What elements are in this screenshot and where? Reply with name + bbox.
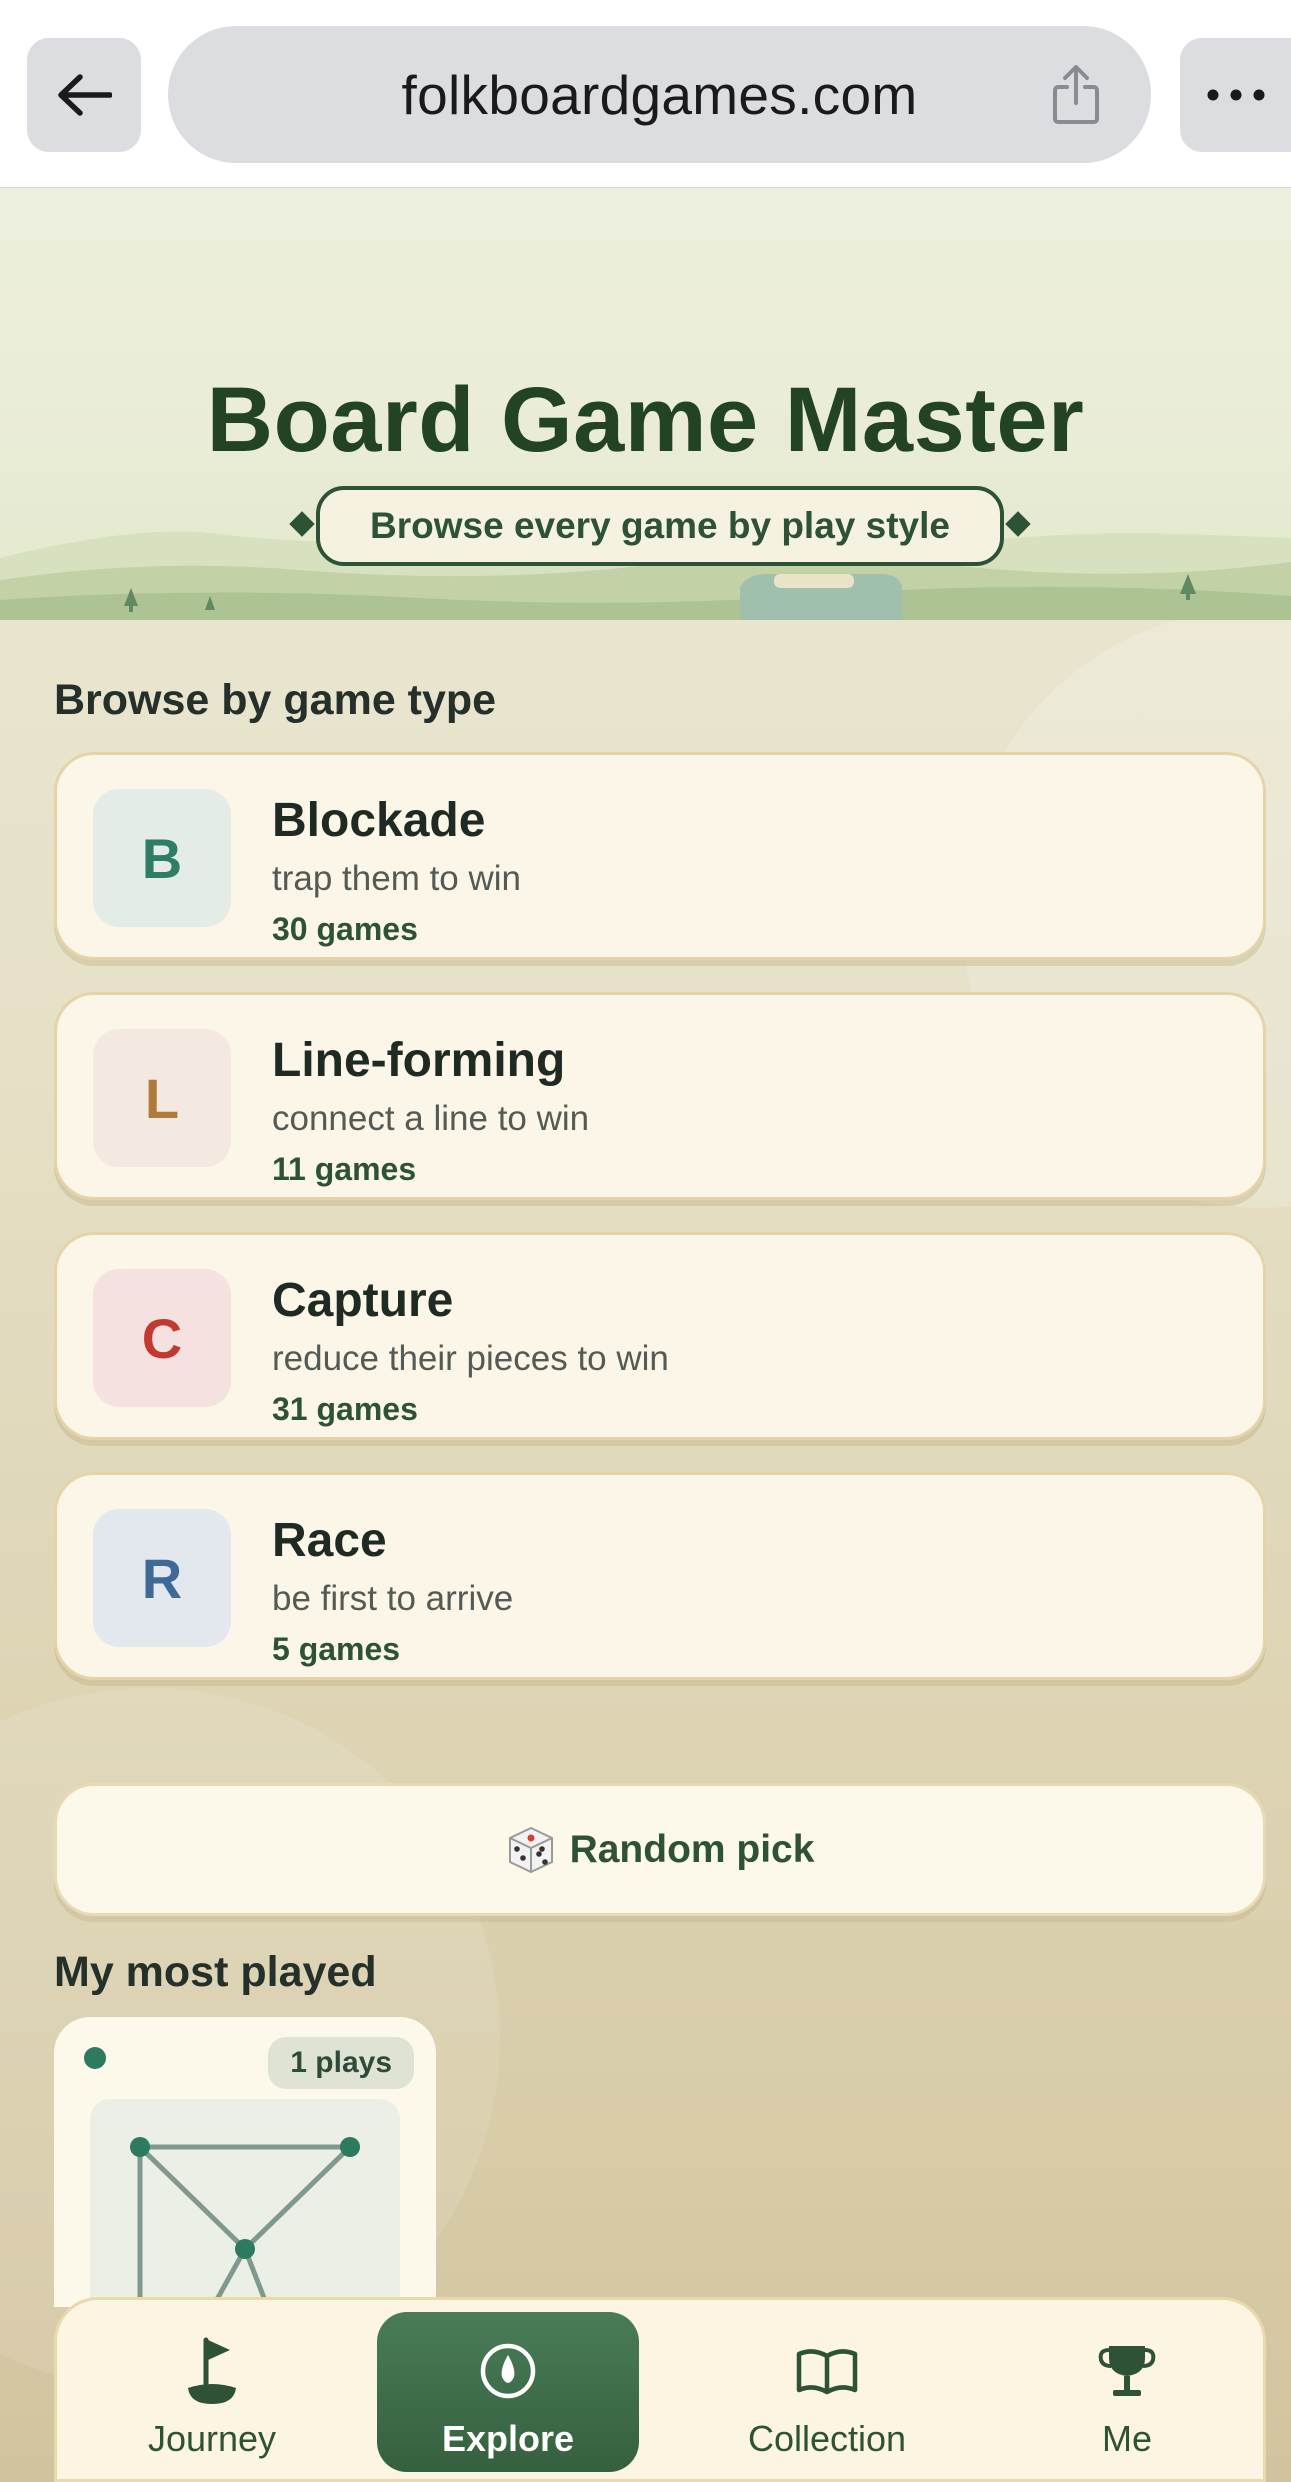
category-game-count: 11 games [272, 1151, 417, 1187]
browser-toolbar: folkboardgames.com [0, 0, 1291, 188]
category-card-capture[interactable]: C Capture reduce their pieces to win 31 … [54, 1232, 1266, 1440]
nav-label: Explore [441, 2418, 575, 2459]
category-description: trap them to win [272, 859, 521, 898]
category-game-count: 31 games [272, 1391, 418, 1427]
share-icon [1053, 65, 1099, 124]
golf-flag-icon [177, 2336, 247, 2406]
nav-item-journey[interactable]: Journey [87, 2312, 337, 2472]
category-letter-tile: C [93, 1269, 231, 1407]
category-description: connect a line to win [272, 1099, 590, 1138]
random-pick-label: Random pick [569, 1827, 815, 1871]
category-name: Capture [272, 1274, 454, 1327]
category-name: Line-forming [272, 1034, 566, 1087]
back-button[interactable] [27, 38, 141, 152]
address-bar[interactable]: folkboardgames.com [168, 26, 1151, 163]
nav-item-explore[interactable]: Explore [377, 2312, 639, 2472]
page-content: Board Game Master Browse every game by p… [0, 188, 1291, 2482]
category-card-line-forming[interactable]: L Line-forming connect a line to win 11 … [54, 992, 1266, 1200]
category-name: Race [272, 1514, 387, 1567]
category-letter-tile: B [93, 789, 231, 927]
category-game-count: 5 games [272, 1631, 401, 1667]
page-title: Board Game Master [206, 369, 1085, 471]
nav-label: Journey [147, 2418, 277, 2459]
nav-item-collection[interactable]: Collection [687, 2312, 967, 2472]
status-dot [84, 2047, 106, 2069]
category-description: be first to arrive [272, 1579, 514, 1618]
category-card-race[interactable]: R Race be first to arrive 5 games [54, 1472, 1266, 1680]
hero-banner: Board Game Master Browse every game by p… [0, 188, 1291, 620]
share-button[interactable] [1043, 62, 1109, 128]
category-name: Blockade [272, 794, 486, 847]
play-count-badge: 1 plays [268, 2037, 414, 2089]
url-text: folkboardgames.com [401, 63, 918, 126]
section-heading-game-type: Browse by game type [54, 676, 497, 724]
category-game-count: 30 games [272, 911, 418, 947]
category-card-blockade[interactable]: B Blockade trap them to win 30 games [54, 752, 1266, 960]
category-description: reduce their pieces to win [272, 1339, 669, 1378]
arrow-left-icon [58, 74, 112, 116]
game-board-thumbnail [90, 2099, 400, 2307]
more-dots-icon [1207, 89, 1265, 101]
trophy-icon [1092, 2336, 1162, 2406]
nav-label: Me [1101, 2418, 1152, 2459]
section-heading-most-played: My most played [54, 1948, 377, 1996]
hero-subtitle: Browse every game by play style [316, 486, 1004, 566]
nav-label: Collection [747, 2418, 907, 2459]
dice-icon [506, 1825, 556, 1875]
bottom-navigation: Journey Explore Collection Me [54, 2297, 1266, 2482]
nav-item-me[interactable]: Me [1017, 2312, 1237, 2472]
category-letter-tile: R [93, 1509, 231, 1647]
open-book-icon [792, 2336, 862, 2406]
most-played-game-card[interactable]: 1 plays [54, 2017, 436, 2307]
category-letter-tile: L [93, 1029, 231, 1167]
compass-icon [473, 2336, 543, 2406]
random-pick-button[interactable]: Random pick [54, 1783, 1266, 1916]
more-options-button[interactable] [1180, 38, 1291, 152]
